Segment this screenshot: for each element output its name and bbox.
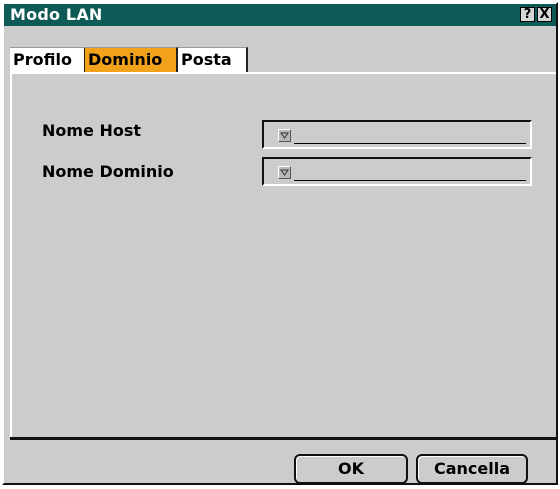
chevron-down-icon [280, 169, 289, 176]
host-name-label: Nome Host [42, 121, 142, 140]
domain-name-label: Nome Dominio [42, 162, 174, 181]
panel-divider [10, 437, 556, 440]
tab-bar: Profilo Dominio Posta [4, 26, 556, 78]
help-button[interactable]: ? [520, 7, 535, 22]
tab-posta[interactable]: Posta [178, 47, 248, 73]
close-icon: X [539, 7, 550, 22]
help-icon: ? [523, 7, 532, 22]
window-title: Modo LAN [10, 5, 103, 24]
host-name-dropdown-button[interactable] [278, 129, 291, 142]
lan-mode-dialog: Modo LAN ? X Profilo Dominio Posta Nome … [2, 2, 558, 485]
domain-name-input[interactable] [294, 161, 526, 181]
domain-name-field[interactable] [262, 157, 532, 186]
host-name-field[interactable] [262, 120, 532, 149]
tab-profilo[interactable]: Profilo [10, 47, 86, 73]
domain-name-dropdown-button[interactable] [278, 166, 291, 179]
title-bar[interactable]: Modo LAN ? X [4, 4, 556, 26]
chevron-down-icon [280, 132, 289, 139]
cancel-button[interactable]: Cancella [416, 454, 528, 484]
host-name-input[interactable] [294, 124, 526, 144]
close-button[interactable]: X [537, 7, 552, 22]
ok-button[interactable]: OK [294, 454, 408, 484]
tab-dominio[interactable]: Dominio [85, 47, 178, 73]
